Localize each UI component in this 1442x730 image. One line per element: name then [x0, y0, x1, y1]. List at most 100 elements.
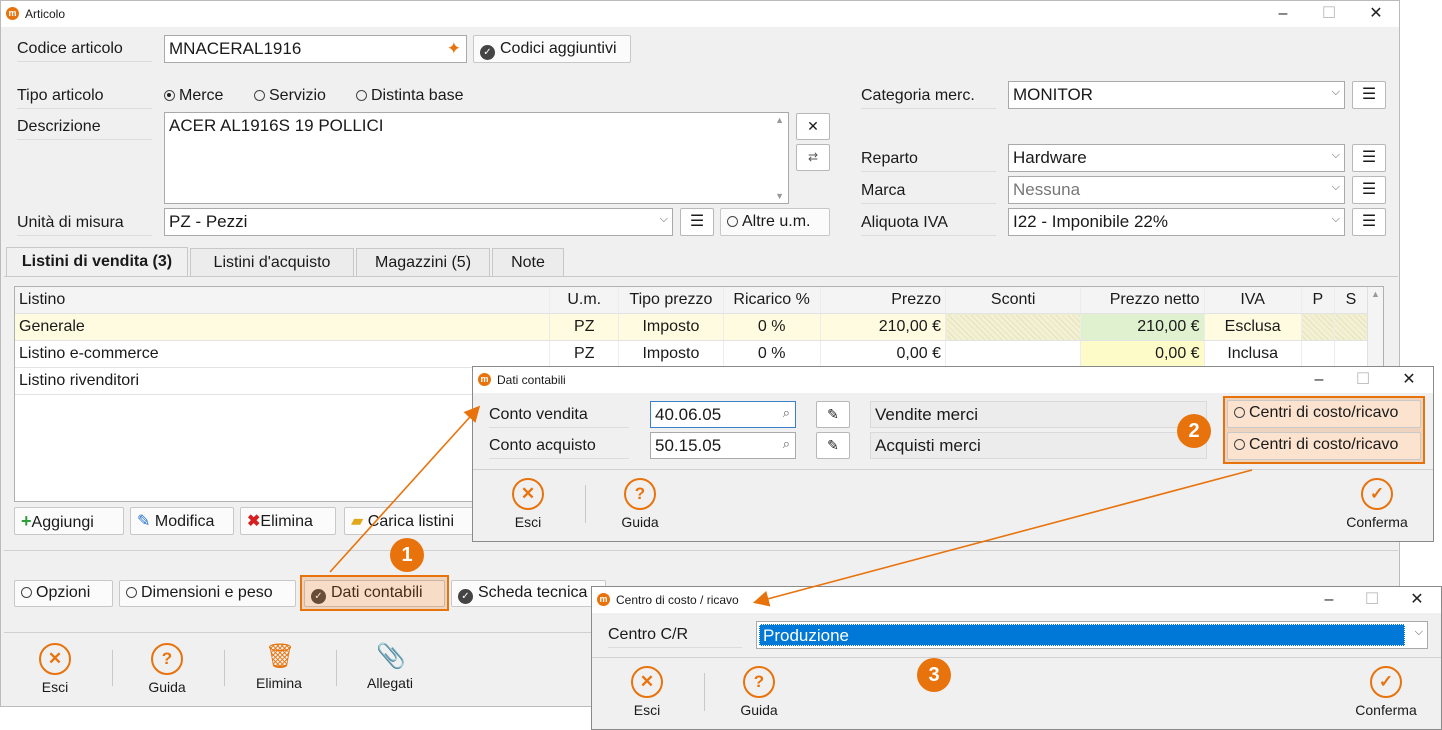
radio-servizio[interactable]: Servizio: [254, 87, 326, 105]
radio-off-icon: [126, 587, 137, 598]
elimina-row-button[interactable]: ✖Elimina: [240, 507, 336, 535]
tab-listini-acquisto[interactable]: Listini d'acquisto: [190, 248, 354, 276]
check-icon: ✓: [458, 589, 473, 604]
marca-list-button[interactable]: ☰: [1352, 176, 1386, 204]
dialog-title: Centro di costo / ricavo: [616, 593, 739, 607]
clear-description-button[interactable]: ✕: [796, 113, 830, 140]
minimize-icon[interactable]: –: [1273, 4, 1293, 24]
modifica-button[interactable]: ✎ Modifica: [130, 507, 234, 535]
close-icon[interactable]: ✕: [1366, 4, 1386, 24]
scroll-up-icon[interactable]: ▲: [1371, 289, 1380, 299]
plus-icon: +: [21, 511, 32, 531]
aggiungi-button[interactable]: +Aggiungi: [14, 507, 124, 535]
categoria-list-button[interactable]: ☰: [1352, 81, 1386, 109]
centri-vendita-button[interactable]: Centri di costo/ricavo: [1227, 400, 1421, 428]
centro-cr-select[interactable]: Produzione ⌵: [756, 621, 1428, 649]
allegati-button[interactable]: 📎 Allegati: [360, 643, 420, 691]
scroll-up-icon[interactable]: ▲: [775, 115, 784, 125]
elimina-button[interactable]: 🗑 Elimina: [249, 643, 309, 691]
guida-button[interactable]: ? Guida: [729, 666, 789, 718]
conto-acquisto-input[interactable]: 50.15.05 ⌕: [650, 432, 796, 459]
conferma-button[interactable]: ✓ Conferma: [1339, 478, 1415, 530]
codice-input[interactable]: MNACERAL1916 ✦: [164, 35, 467, 63]
close-icon[interactable]: ✕: [1399, 370, 1419, 390]
radio-on-icon: [164, 90, 175, 101]
col-header[interactable]: Prezzo: [820, 287, 947, 314]
guida-button[interactable]: ? Guida: [610, 478, 670, 530]
um-list-button[interactable]: ☰: [680, 208, 714, 236]
conto-acquisto-label: Conto acquisto: [489, 437, 629, 459]
um-select[interactable]: PZ - Pezzi ⌵: [164, 208, 673, 236]
esci-button[interactable]: ✕ Esci: [498, 478, 558, 530]
iva-select[interactable]: I22 - Imponibile 22% ⌵: [1008, 208, 1345, 236]
reparto-select[interactable]: Hardware ⌵: [1008, 144, 1345, 172]
help-icon: ?: [151, 643, 183, 675]
esci-button[interactable]: ✕ Esci: [25, 643, 85, 695]
sparkle-icon[interactable]: ✦: [447, 39, 461, 59]
tab-listini-vendita[interactable]: Listini di vendita (3): [6, 247, 188, 277]
acquisto-desc: Acquisti merci: [870, 432, 1207, 459]
trash-icon: 🗑: [265, 643, 296, 670]
edit-acquisto-button[interactable]: ✎: [816, 432, 850, 459]
esci-button[interactable]: ✕ Esci: [617, 666, 677, 718]
conto-vendita-input[interactable]: 40.06.05 ⌕: [650, 401, 796, 428]
tipo-label: Tipo articolo: [17, 87, 152, 109]
scroll-down-icon[interactable]: ▼: [775, 191, 784, 201]
radio-distinta[interactable]: Distinta base: [356, 87, 464, 105]
close-icon[interactable]: ✕: [1407, 590, 1427, 610]
col-header[interactable]: IVA: [1204, 287, 1302, 314]
radio-off-icon: [727, 216, 738, 227]
col-header[interactable]: Sconti: [945, 287, 1082, 314]
maximize-icon[interactable]: ☐: [1319, 4, 1339, 24]
search-icon[interactable]: ⌕: [783, 405, 790, 421]
search-icon[interactable]: ⌕: [783, 436, 790, 452]
maximize-icon[interactable]: ☐: [1362, 590, 1382, 610]
descrizione-textarea[interactable]: ACER AL1916S 19 POLLICI ▲ ▼: [164, 112, 789, 204]
guida-button[interactable]: ? Guida: [137, 643, 197, 695]
carica-listini-button[interactable]: ▰ Carica listini: [344, 507, 474, 535]
col-header[interactable]: U.m.: [549, 287, 620, 314]
col-header[interactable]: S: [1334, 287, 1369, 314]
p-cell: [1301, 313, 1335, 341]
reparto-list-button[interactable]: ☰: [1352, 144, 1386, 172]
highlight-dati-contabili: [300, 575, 449, 611]
separator: [336, 650, 337, 686]
edit-vendita-button[interactable]: ✎: [816, 401, 850, 428]
tab-note[interactable]: Note: [492, 248, 564, 276]
col-header[interactable]: Listino: [15, 287, 551, 314]
centro-cr-value: Produzione: [759, 624, 1405, 646]
centro-cr-label: Centro C/R: [608, 626, 742, 648]
centri-acquisto-button[interactable]: Centri di costo/ricavo: [1227, 432, 1421, 460]
conferma-button[interactable]: ✓ Conferma: [1348, 666, 1424, 718]
minimize-icon[interactable]: –: [1319, 590, 1339, 610]
opzioni-button[interactable]: Opzioni: [14, 580, 113, 607]
maximize-icon[interactable]: ☐: [1353, 370, 1373, 390]
chevron-down-icon: ⌵: [1331, 181, 1340, 193]
dimensioni-button[interactable]: Dimensioni e peso: [119, 580, 296, 607]
col-header[interactable]: Prezzo netto: [1080, 287, 1205, 314]
codici-aggiuntivi-button[interactable]: ✓ Codici aggiuntivi: [473, 35, 631, 63]
categoria-label: Categoria merc.: [861, 87, 996, 109]
radio-off-icon: [254, 90, 265, 101]
title-bar: m Dati contabili – ☐ ✕: [473, 367, 1433, 393]
col-header[interactable]: Ricarico %: [723, 287, 821, 314]
separator: [704, 673, 705, 711]
paperclip-icon: 📎: [376, 643, 406, 670]
iva-list-button[interactable]: ☰: [1352, 208, 1386, 236]
minimize-icon[interactable]: –: [1309, 370, 1329, 390]
checkmark-icon: ✓: [1370, 666, 1402, 698]
col-header[interactable]: P: [1301, 287, 1335, 314]
col-header[interactable]: Tipo prezzo: [618, 287, 724, 314]
tab-magazzini[interactable]: Magazzini (5): [356, 248, 490, 276]
table-row[interactable]: Generale PZ Imposto 0 % 210,00 € 210,00 …: [15, 313, 1369, 341]
altre-um-button[interactable]: Altre u.m.: [720, 208, 830, 236]
table-row[interactable]: Listino e-commerce PZ Imposto 0 % 0,00 €…: [15, 340, 1369, 368]
codice-value: MNACERAL1916: [169, 39, 302, 58]
translate-button[interactable]: ⇄: [796, 144, 830, 171]
radio-off-icon: [356, 90, 367, 101]
marca-select[interactable]: Nessuna ⌵: [1008, 176, 1345, 204]
categoria-select[interactable]: MONITOR ⌵: [1008, 81, 1345, 109]
scheda-tecnica-button[interactable]: ✓ Scheda tecnica: [451, 580, 606, 607]
dialog-title: Dati contabili: [497, 373, 566, 387]
radio-merce[interactable]: Merce: [164, 87, 223, 105]
